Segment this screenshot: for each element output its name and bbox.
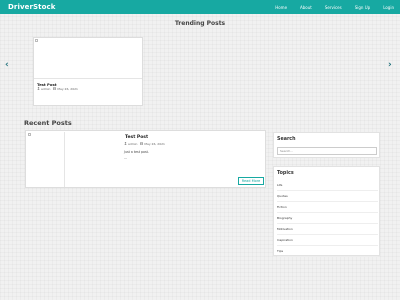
post-image[interactable] bbox=[27, 132, 65, 187]
search-input[interactable]: Search... bbox=[277, 147, 377, 155]
nav-services-link[interactable]: Services bbox=[325, 5, 342, 10]
recent-posts-title: Recent Posts bbox=[24, 119, 72, 127]
topics-widget-title: Topics bbox=[277, 171, 294, 176]
recent-post-meta: admin May 26, 2021 bbox=[124, 142, 165, 146]
nav-links: Home About Services Sign Up Login bbox=[262, 5, 394, 10]
post-excerpt: Just a test post. bbox=[124, 150, 149, 154]
user-icon bbox=[37, 87, 40, 91]
read-more-button[interactable]: Read More bbox=[238, 177, 264, 185]
post-author: admin bbox=[128, 142, 138, 146]
topics-widget: Topics Life Quotes Fiction Biography Mot… bbox=[273, 166, 380, 257]
carousel-prev-arrow-icon[interactable]: ‹ bbox=[5, 60, 9, 70]
trending-posts-title: Trending Posts bbox=[174, 20, 226, 27]
broken-image-icon bbox=[35, 39, 38, 42]
trending-post-card[interactable]: Test Post admin May 26, 2021 bbox=[33, 37, 143, 106]
nav-about-link[interactable]: About bbox=[300, 5, 312, 10]
trending-post-meta: admin May 26, 2021 bbox=[37, 87, 78, 91]
calendar-icon bbox=[53, 87, 57, 91]
nav-signup-link[interactable]: Sign Up bbox=[355, 5, 370, 10]
brand-logo[interactable]: DriverStock bbox=[8, 3, 56, 11]
post-excerpt-ellipsis: ... bbox=[124, 156, 128, 160]
navbar: DriverStock Home About Services Sign Up … bbox=[0, 0, 400, 14]
search-widget-title: Search bbox=[277, 137, 296, 142]
recent-post-title[interactable]: Test Post bbox=[125, 135, 148, 140]
topic-item-inspiration[interactable]: Inspiration bbox=[277, 235, 378, 246]
topic-item-quotes[interactable]: Quotes bbox=[277, 191, 378, 202]
post-date: May 26, 2021 bbox=[57, 87, 78, 91]
carousel-next-arrow-icon[interactable]: › bbox=[388, 60, 392, 70]
broken-image-icon bbox=[28, 133, 31, 136]
post-date: May 26, 2021 bbox=[144, 142, 165, 146]
topic-item-tips[interactable]: Tips bbox=[277, 246, 378, 257]
topic-item-life[interactable]: Life bbox=[277, 180, 378, 191]
topic-item-fiction[interactable]: Fiction bbox=[277, 202, 378, 213]
calendar-icon bbox=[140, 142, 144, 146]
user-icon bbox=[124, 142, 127, 146]
topic-item-biography[interactable]: Biography bbox=[277, 213, 378, 224]
search-widget: Search Search... bbox=[273, 132, 380, 158]
topic-list: Life Quotes Fiction Biography Motivation… bbox=[277, 180, 378, 257]
nav-home-link[interactable]: Home bbox=[275, 5, 287, 10]
post-author: admin bbox=[41, 87, 51, 91]
nav-login-link[interactable]: Login bbox=[383, 5, 394, 10]
recent-post-item: Test Post admin May 26, 2021 Just a test… bbox=[25, 130, 266, 188]
topic-item-motivation[interactable]: Motivation bbox=[277, 224, 378, 235]
post-thumbnail[interactable] bbox=[34, 38, 142, 79]
